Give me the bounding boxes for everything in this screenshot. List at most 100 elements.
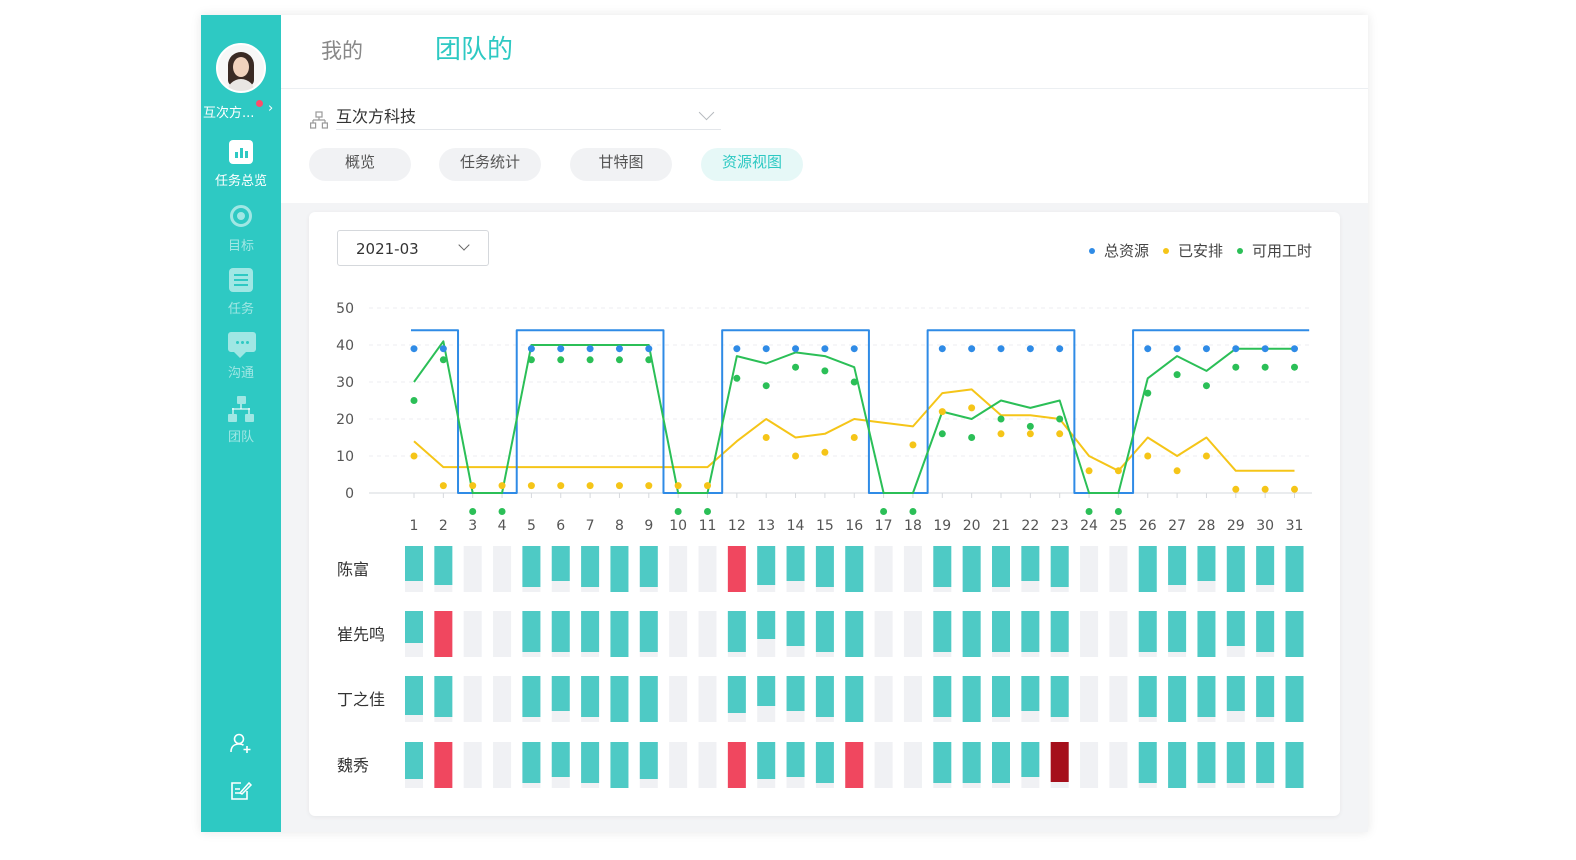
resource-cell-fill [1168,611,1187,652]
user-name[interactable]: 互次方... [203,102,275,121]
data-point-scheduled [762,434,770,441]
x-tick-label: 3 [468,518,477,534]
x-tick-label: 23 [1051,518,1069,534]
data-point-scheduled [586,482,594,490]
resource-chart: 010203040501 2 3 4 5 6 7 8 9 10 11 12 13 14 15 16 17 18 19… [336,301,1312,788]
resource-cell-fill [1021,611,1040,652]
resource-cell-bg [698,742,717,788]
data-point-total [792,345,800,353]
toolbar: 互次方科技 概览 任务统计 甘特图 资源视图 [281,89,1368,203]
org-selector[interactable]: 互次方科技 [336,103,416,127]
resource-cell-fill [1168,742,1187,788]
sidebar-item-overview[interactable]: 任务总览 [201,140,281,189]
data-point-available [1232,363,1240,371]
data-point-available [1085,508,1093,515]
avatar[interactable] [216,43,266,93]
resource-cell-fill [610,611,629,657]
data-point-scheduled [1291,485,1298,493]
data-point-total [938,345,946,353]
data-point-scheduled [909,441,917,449]
resource-cell-bg [698,546,717,592]
tab-resource-view[interactable]: 资源视图 [701,148,803,181]
resource-cell-fill [1050,546,1069,587]
x-tick-label: 19 [933,518,951,534]
tab-task-stats[interactable]: 任务统计 [439,148,541,181]
resource-cell-fill [757,546,776,585]
chat-icon [228,332,256,358]
resource-cell-fill [581,546,600,587]
x-tick-label: 21 [992,518,1010,534]
data-point-available [1261,363,1269,371]
resource-cell-fill [434,676,453,717]
resource-cell-bg [493,611,512,657]
data-point-scheduled [792,452,800,460]
x-tick-label: 4 [498,518,507,534]
resource-cell-fill [639,611,658,652]
data-point-scheduled [410,452,418,460]
resource-cell-fill [1226,611,1245,646]
data-point-available [938,430,946,438]
data-point-scheduled [1114,467,1122,475]
x-tick-label: 25 [1109,518,1127,534]
resource-cell-bg [493,546,512,592]
chevron-right-icon[interactable]: › [268,101,273,116]
sidebar-item-chat[interactable]: 沟通 [201,332,281,381]
data-point-available [997,415,1005,423]
resource-cell-fill [522,742,541,783]
resource-cell-bg [1109,676,1128,722]
tab-mine[interactable]: 我的 [321,35,363,65]
edit-icon[interactable] [229,778,253,802]
data-point-available [1291,363,1298,371]
resource-cell-fill [405,742,423,779]
data-point-scheduled [674,482,682,490]
x-tick-label: 7 [586,518,595,534]
resource-cell-fill [727,611,746,652]
resource-cell-fill [522,611,541,652]
data-point-available [674,508,682,515]
add-user-icon[interactable] [229,731,253,755]
data-point-scheduled [527,482,535,490]
chevron-down-icon[interactable] [698,104,715,121]
tab-gantt[interactable]: 甘特图 [570,148,672,181]
data-point-available [968,434,976,441]
resource-cell-fill [551,676,570,711]
team-icon [228,396,254,422]
resource-cell-fill [1256,611,1275,652]
data-point-total [645,345,653,353]
data-point-total [586,345,594,353]
data-point-scheduled [1085,467,1093,475]
x-tick-label: 29 [1227,518,1245,534]
data-point-available [850,378,858,386]
data-point-available [704,508,711,515]
sidebar-item-tasks[interactable]: 任务 [201,268,281,317]
resource-cell-fill [434,611,453,657]
resource-cell-fill [845,546,864,592]
data-point-scheduled [1202,452,1210,460]
data-point-total [762,345,770,353]
resource-cell-fill [933,676,952,717]
data-point-scheduled [938,408,946,416]
resource-cell-fill [962,611,981,657]
data-point-available [557,356,565,364]
data-point-total [410,345,418,353]
target-icon [230,205,252,227]
x-tick-label: 13 [757,518,775,534]
data-point-scheduled [645,482,653,490]
resource-cell-bg [493,676,512,722]
tab-overview[interactable]: 概览 [309,148,411,181]
resource-cell-fill [1226,676,1245,711]
x-tick-label: 9 [644,518,653,534]
sidebar-item-goals[interactable]: 目标 [201,204,281,254]
resource-cell-fill [434,742,453,788]
resource-cell-bg [463,742,482,788]
resource-cell-fill [1021,546,1040,581]
data-point-available [645,356,653,364]
resource-cell-fill [933,546,952,587]
x-tick-label: 30 [1256,518,1274,534]
x-tick-label: 17 [875,518,893,534]
sidebar-item-team[interactable]: 团队 [201,396,281,445]
tab-team[interactable]: 团队的 [435,29,513,66]
resource-cell-fill [1138,742,1157,783]
resource-cell-bg [874,742,893,788]
resource-cell-fill [1226,546,1245,592]
